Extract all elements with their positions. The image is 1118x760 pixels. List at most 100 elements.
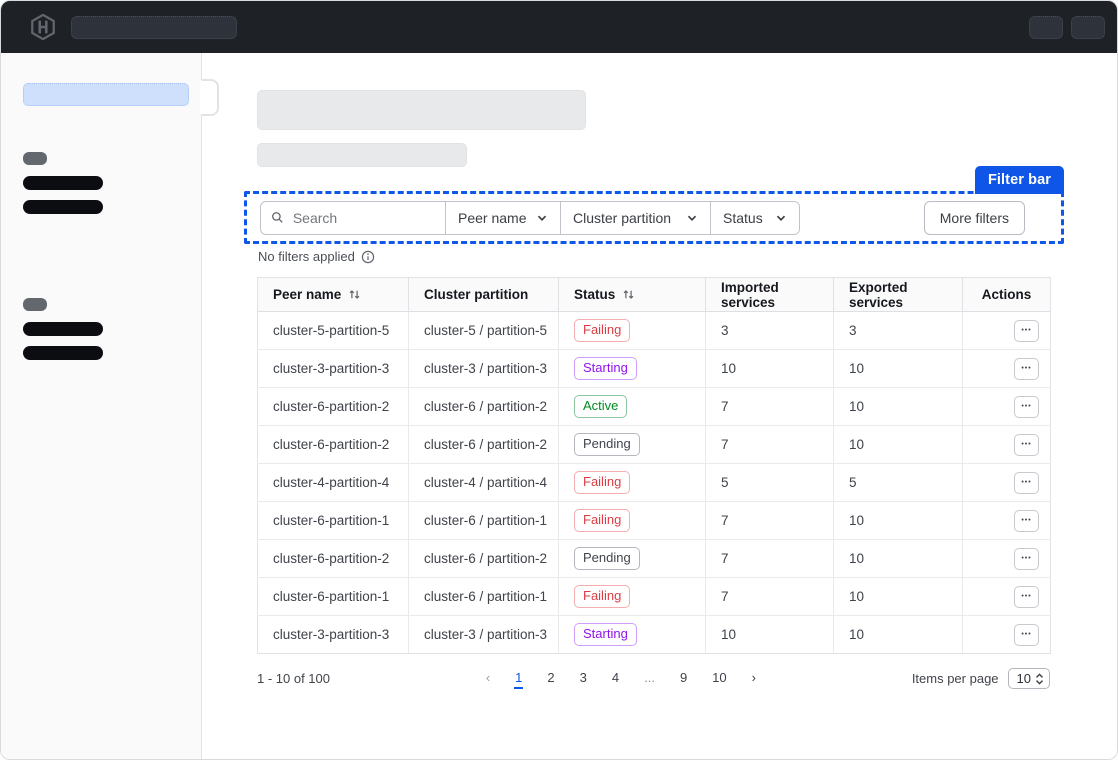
search-input[interactable] [291, 209, 437, 227]
row-actions-button[interactable]: ••• [1014, 548, 1039, 570]
column-header-label: Status [574, 287, 615, 302]
pagination-page-3[interactable]: 3 [579, 668, 588, 689]
cell-exported-services: 10 [834, 578, 963, 616]
table-body: cluster-5-partition-5cluster-5 / partiti… [258, 312, 1051, 654]
cell-exported-services: 10 [834, 426, 963, 464]
chevron-down-icon [686, 212, 698, 224]
cell-status: Active [559, 388, 706, 426]
cell-exported-services: 5 [834, 464, 963, 502]
main-content: Filter bar Peer name Cluster partition [202, 53, 1118, 760]
column-header-cluster-partition: Cluster partition [409, 278, 559, 312]
row-actions-button[interactable]: ••• [1014, 624, 1039, 646]
chevron-down-icon [536, 212, 548, 224]
search-icon [271, 210, 284, 225]
row-actions-button[interactable]: ••• [1014, 320, 1039, 342]
cell-exported-services: 10 [834, 388, 963, 426]
pagination-page-10[interactable]: 10 [711, 668, 727, 689]
cell-exported-services: 10 [834, 350, 963, 388]
table-row: cluster-4-partition-4cluster-4 / partiti… [258, 464, 1051, 502]
cell-peer-name: cluster-4-partition-4 [258, 464, 409, 502]
status-dropdown[interactable]: Status [710, 202, 799, 234]
sidebar-item-skeleton [23, 176, 103, 190]
cell-exported-services: 10 [834, 540, 963, 578]
app-window: Filter bar Peer name Cluster partition [0, 0, 1118, 760]
status-badge: Pending [574, 547, 640, 570]
status-badge: Failing [574, 585, 630, 608]
cell-actions: ••• [963, 350, 1051, 388]
cell-actions: ••• [963, 578, 1051, 616]
sidebar-active-item-skeleton [23, 83, 189, 106]
nav-action-skeleton [1071, 16, 1105, 39]
sidebar-collapse-handle[interactable] [200, 79, 219, 116]
items-per-page-label: Items per page [912, 671, 999, 686]
sidebar [1, 53, 202, 760]
cell-status: Pending [559, 540, 706, 578]
row-actions-button[interactable]: ••• [1014, 396, 1039, 418]
sidebar-section-label-skeleton [23, 298, 47, 311]
row-actions-button[interactable]: ••• [1014, 586, 1039, 608]
search-field[interactable] [261, 202, 445, 234]
row-actions-button[interactable]: ••• [1014, 472, 1039, 494]
page-subtitle-skeleton [257, 143, 467, 167]
cell-status: Starting [559, 616, 706, 654]
column-header-status[interactable]: Status [559, 278, 706, 312]
cell-peer-name: cluster-6-partition-2 [258, 426, 409, 464]
nav-action-skeleton [1029, 16, 1063, 39]
cell-cluster-partition: cluster-6 / partition-2 [409, 540, 559, 578]
pagination-ellipsis: ... [643, 668, 656, 689]
items-per-page-value: 10 [1017, 671, 1031, 686]
sidebar-item-skeleton [23, 200, 103, 214]
table-row: cluster-6-partition-2cluster-6 / partiti… [258, 426, 1051, 464]
hashicorp-logo-icon[interactable] [27, 11, 59, 43]
cell-imported-services: 10 [706, 616, 834, 654]
status-badge: Pending [574, 433, 640, 456]
cell-actions: ••• [963, 312, 1051, 350]
filter-bar-callout-tag: Filter bar [975, 166, 1064, 194]
column-header-actions: Actions [963, 278, 1051, 312]
filter-bar: Filter bar Peer name Cluster partition [244, 191, 1064, 244]
cell-imported-services: 5 [706, 464, 834, 502]
pager: ‹ 1 2 3 4... 9 10 › [330, 668, 912, 689]
cell-exported-services: 10 [834, 616, 963, 654]
dropdown-label: Status [723, 210, 763, 226]
cell-status: Failing [559, 502, 706, 540]
column-header-peer-name[interactable]: Peer name [258, 278, 409, 312]
page-title-skeleton [257, 90, 586, 130]
cell-actions: ••• [963, 502, 1051, 540]
nav-search-skeleton [71, 16, 237, 39]
peer-name-dropdown[interactable]: Peer name [445, 202, 560, 234]
pagination-next-button[interactable]: › [751, 668, 757, 689]
cell-imported-services: 10 [706, 350, 834, 388]
more-filters-button[interactable]: More filters [924, 201, 1025, 235]
cell-imported-services: 7 [706, 578, 834, 616]
pagination-prev-button[interactable]: ‹ [485, 668, 491, 689]
row-actions-button[interactable]: ••• [1014, 358, 1039, 380]
cell-peer-name: cluster-6-partition-1 [258, 502, 409, 540]
row-actions-button[interactable]: ••• [1014, 510, 1039, 532]
cluster-partition-dropdown[interactable]: Cluster partition [560, 202, 710, 234]
pagination-page-4[interactable]: 4 [611, 668, 620, 689]
status-badge: Failing [574, 319, 630, 342]
column-header-imported-services: Imported services [706, 278, 834, 312]
cell-actions: ••• [963, 616, 1051, 654]
cell-actions: ••• [963, 540, 1051, 578]
pagination-page-9[interactable]: 9 [679, 668, 688, 689]
status-badge: Starting [574, 623, 637, 646]
pagination-page-2[interactable]: 2 [546, 668, 555, 689]
sort-icon [348, 288, 361, 301]
no-filters-text: No filters applied [258, 249, 355, 264]
row-actions-button[interactable]: ••• [1014, 434, 1039, 456]
cell-status: Pending [559, 426, 706, 464]
cell-peer-name: cluster-3-partition-3 [258, 616, 409, 654]
sort-icon [622, 288, 635, 301]
filter-group: Peer name Cluster partition Status [260, 201, 800, 235]
pagination-page-1[interactable]: 1 [514, 668, 523, 689]
cell-status: Failing [559, 464, 706, 502]
peers-table: Peer nameCluster partition Status Imported… [257, 277, 1051, 654]
cell-cluster-partition: cluster-3 / partition-3 [409, 616, 559, 654]
cell-actions: ••• [963, 426, 1051, 464]
pagination-bar: 1 - 10 of 100 ‹1234...910› Items per pag… [257, 668, 1050, 689]
cell-exported-services: 3 [834, 312, 963, 350]
items-per-page-select[interactable]: 10 [1008, 668, 1050, 689]
info-icon[interactable] [361, 250, 375, 264]
